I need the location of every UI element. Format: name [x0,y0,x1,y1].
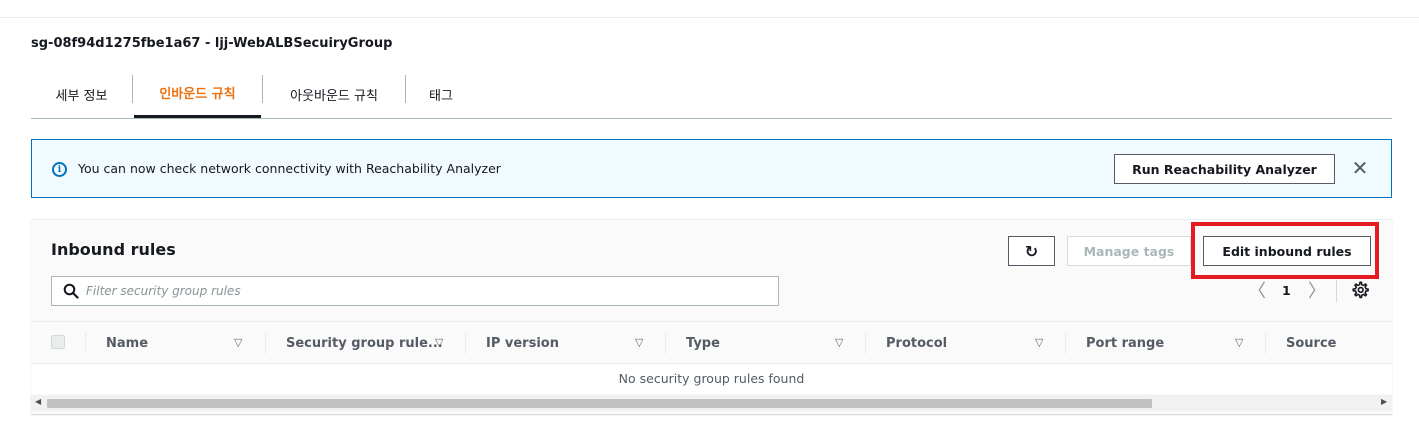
empty-table-message: No security group rules found [31,364,1392,394]
tab-divider [132,75,133,103]
tab-bar: 세부 정보 인바운드 규칙 아웃바운드 규칙 태그 [31,70,1392,119]
column-header-ip-version[interactable]: IP version [486,322,559,365]
column-header-security-group-rule[interactable]: Security group rule... [286,322,443,365]
column-header-source[interactable]: Source [1286,322,1336,365]
security-group-title: sg-08f94d1275fbe1a67 - ljj-WebALBSecuiry… [31,36,393,51]
column-divider [1265,332,1266,354]
column-divider [665,332,666,354]
table-header: Name ▽ Security group rule... ▽ IP versi… [31,321,1392,364]
inbound-rules-panel: Inbound rules ↻ Manage tags Edit inbound… [31,219,1392,414]
sort-icon[interactable]: ▽ [1235,336,1243,349]
refresh-button[interactable]: ↻ [1008,236,1055,266]
column-header-protocol[interactable]: Protocol [886,322,947,365]
sort-icon[interactable]: ▽ [835,336,843,349]
column-header-name[interactable]: Name [106,322,148,365]
column-divider [1065,332,1066,354]
horizontal-scrollbar[interactable]: ◀ ▶ [31,395,1392,411]
column-header-type[interactable]: Type [686,322,720,365]
column-divider [465,332,466,354]
edit-inbound-rules-button[interactable]: Edit inbound rules [1203,236,1371,266]
banner-message: You can now check network connectivity w… [78,161,501,176]
close-icon[interactable]: ✕ [1349,157,1371,179]
pagination-next-button[interactable]: 〉 [1308,277,1326,303]
tab-outbound-rules[interactable]: 아웃바운드 규칙 [263,70,405,118]
select-all-checkbox[interactable] [51,335,65,349]
sort-icon[interactable]: ▽ [435,336,443,349]
tab-tags[interactable]: 태그 [406,70,476,118]
reachability-banner: i You can now check network connectivity… [31,139,1392,198]
column-header-port-range[interactable]: Port range [1086,322,1164,365]
column-divider [85,332,86,354]
tab-details[interactable]: 세부 정보 [31,70,132,118]
sort-icon[interactable]: ▽ [234,336,242,349]
top-divider [0,17,1419,18]
manage-tags-button[interactable]: Manage tags [1067,236,1191,266]
scroll-left-icon[interactable]: ◀ [35,397,41,406]
search-icon [63,283,79,299]
filter-input[interactable] [86,281,766,301]
pagination-current-page[interactable]: 1 [1282,283,1291,298]
pagination-divider [1336,280,1337,302]
scroll-right-icon[interactable]: ▶ [1381,397,1387,406]
scrollbar-thumb[interactable] [47,399,1152,408]
filter-search [51,276,779,306]
run-reachability-analyzer-button[interactable]: Run Reachability Analyzer [1114,154,1335,184]
pagination-prev-button[interactable]: 〈 [1248,277,1266,303]
panel-title: Inbound rules [51,240,176,259]
refresh-icon: ↻ [1024,241,1039,261]
column-divider [865,332,866,354]
sort-icon[interactable]: ▽ [1035,336,1043,349]
column-divider [265,332,266,354]
tab-inbound-rules[interactable]: 인바운드 규칙 [134,70,261,118]
info-icon: i [52,162,67,177]
sort-icon[interactable]: ▽ [635,336,643,349]
gear-icon[interactable] [1351,281,1369,299]
